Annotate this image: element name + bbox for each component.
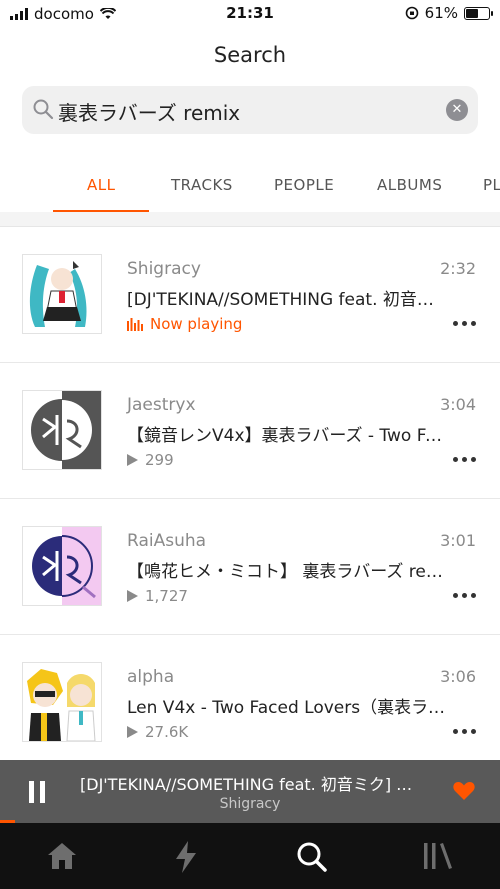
track-title: [DJ'TEKINA//SOMETHING feat. 初音ミク] 裏表ラバーズ <box>127 290 447 310</box>
library-icon[interactable] <box>422 841 454 871</box>
filter-tabs: ALL TRACKS PEOPLE ALBUMS PL <box>0 162 500 212</box>
track-artwork <box>22 254 102 334</box>
clear-search-icon[interactable]: ✕ <box>446 99 468 121</box>
track-row[interactable]: Jaestryx 3:04 【鏡音レンV4x】裏表ラバーズ - Two Face… <box>0 363 500 499</box>
track-duration: 3:06 <box>440 667 476 686</box>
track-artist: Shigracy <box>127 259 201 279</box>
player-artist: Shigracy <box>219 796 281 812</box>
tab-all[interactable]: ALL <box>87 176 115 194</box>
search-input[interactable]: 裏表ラバーズ remix <box>58 97 240 126</box>
play-count-value: 299 <box>145 451 174 469</box>
more-options-icon[interactable] <box>453 457 476 462</box>
tab-playlists[interactable]: PL <box>483 176 500 194</box>
play-count-icon <box>127 726 138 738</box>
play-count: 27.6K <box>127 723 188 741</box>
track-title: Len V4x - Two Faced Lovers（裏表ラバーズ） <box>127 698 447 718</box>
status-bar: docomo 21:31 61% <box>0 0 500 28</box>
play-count-icon <box>127 454 138 466</box>
more-options-icon[interactable] <box>453 593 476 598</box>
track-artwork <box>22 526 102 606</box>
track-row[interactable]: RaiAsuha 3:01 【鳴花ヒメ・ミコト】 裏表ラバーズ remix 1,… <box>0 499 500 635</box>
more-options-icon[interactable] <box>453 729 476 734</box>
mini-player[interactable]: [DJ'TEKINA//SOMETHING feat. 初音ミク] 裏表ラバーズ… <box>0 760 500 823</box>
track-artwork <box>22 390 102 470</box>
search-icon <box>33 99 54 120</box>
player-track-title: [DJ'TEKINA//SOMETHING feat. 初音ミク] 裏表ラバーズ <box>80 775 425 794</box>
tab-people[interactable]: PEOPLE <box>274 176 334 194</box>
page-title: Search <box>213 43 287 67</box>
track-duration: 3:01 <box>440 531 476 550</box>
rotation-lock-icon <box>405 6 418 20</box>
track-artist: RaiAsuha <box>127 531 207 551</box>
track-artwork <box>22 662 102 742</box>
tab-tracks[interactable]: TRACKS <box>171 176 233 194</box>
section-divider <box>0 212 500 227</box>
track-artist: Jaestryx <box>127 395 196 415</box>
track-row[interactable]: Shigracy 2:32 [DJ'TEKINA//SOMETHING feat… <box>0 227 500 363</box>
track-duration: 2:32 <box>440 259 476 278</box>
lightning-icon[interactable] <box>174 841 198 873</box>
track-duration: 3:04 <box>440 395 476 414</box>
battery-icon <box>464 6 493 20</box>
play-count: 1,727 <box>127 587 188 605</box>
now-playing-status: Now playing <box>127 315 242 333</box>
play-count-icon <box>127 590 138 602</box>
bottom-nav <box>0 823 500 889</box>
tab-albums[interactable]: ALBUMS <box>377 176 442 194</box>
battery-percent: 61% <box>424 4 458 22</box>
more-options-icon[interactable] <box>453 321 476 326</box>
heart-icon[interactable] <box>453 781 475 801</box>
track-artist: alpha <box>127 667 175 687</box>
track-title: 【鳴花ヒメ・ミコト】 裏表ラバーズ remix <box>127 562 447 582</box>
search-icon[interactable] <box>296 841 328 873</box>
play-count-value: 1,727 <box>145 587 188 605</box>
track-title: 【鏡音レンV4x】裏表ラバーズ - Two Faced Lovers <box>127 426 447 446</box>
equalizer-icon <box>127 317 143 331</box>
play-count: 299 <box>127 451 174 469</box>
search-bar[interactable]: 裏表ラバーズ remix ✕ <box>22 86 478 134</box>
home-icon[interactable] <box>46 841 78 871</box>
track-row[interactable]: alpha 3:06 Len V4x - Two Faced Lovers（裏表… <box>0 635 500 771</box>
now-playing-label: Now playing <box>150 315 243 333</box>
play-count-value: 27.6K <box>145 723 189 741</box>
